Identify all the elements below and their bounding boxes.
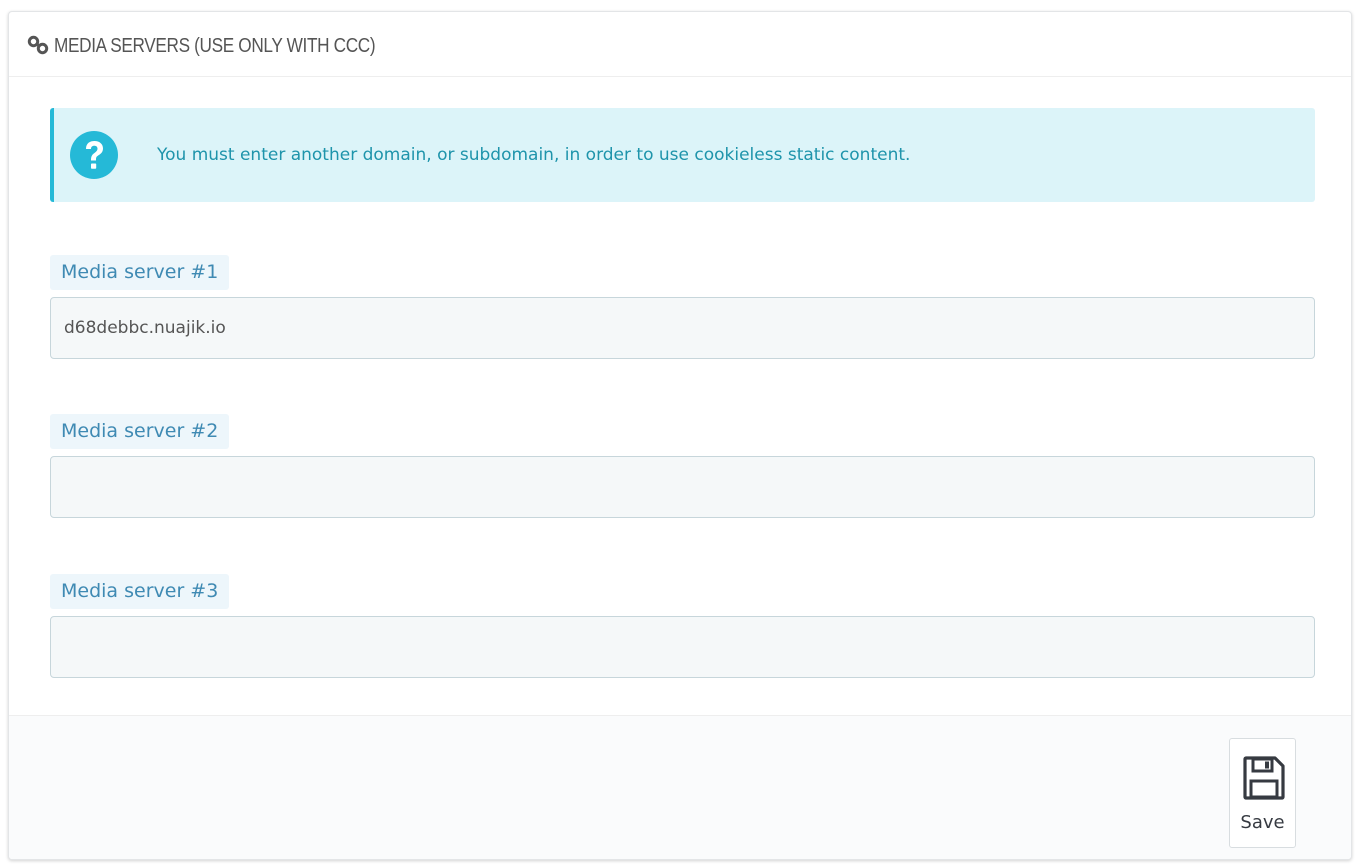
media-server-2-label: Media server #2 [50,414,230,449]
question-circle-icon [70,131,118,179]
alert-message: You must enter another domain, or subdom… [157,145,911,165]
media-server-2-input[interactable] [50,456,1315,518]
save-button-label: Save [1240,812,1285,833]
media-server-3-input[interactable] [50,616,1315,678]
floppy-disk-icon [1243,756,1285,800]
panel-title: MEDIA SERVERS (USE ONLY WITH CCC) [54,35,376,57]
media-server-1-label: Media server #1 [50,255,230,290]
save-button[interactable]: Save [1229,738,1296,848]
info-alert: You must enter another domain, or subdom… [50,108,1315,202]
media-server-1-input[interactable] [50,297,1315,359]
media-servers-panel: MEDIA SERVERS (USE ONLY WITH CCC) You mu… [8,11,1352,860]
link-icon [27,35,49,55]
panel-heading: MEDIA SERVERS (USE ONLY WITH CCC) [9,12,1351,77]
panel-footer: Save [9,715,1351,859]
media-server-3-label: Media server #3 [50,574,230,609]
